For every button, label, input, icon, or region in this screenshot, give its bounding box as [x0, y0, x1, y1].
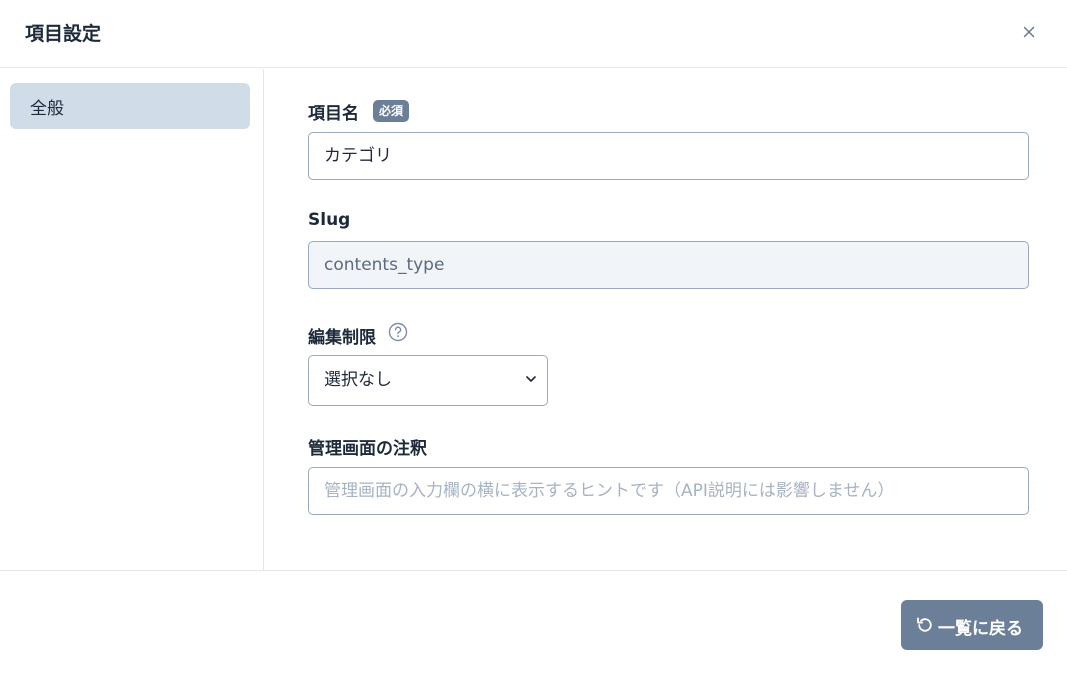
settings-sidebar: 全般 — [0, 69, 264, 570]
question-circle-icon[interactable] — [388, 322, 408, 342]
admin-note-label: 管理画面の注釈 — [308, 439, 427, 459]
back-to-list-button[interactable]: 一覧に戻る — [901, 600, 1043, 650]
edit-restriction-selected: 選択なし — [324, 370, 392, 390]
sidebar-item-label: 全般 — [30, 99, 64, 119]
field-name-label: 項目名 — [308, 104, 359, 124]
edit-restriction-select[interactable]: 選択なし — [308, 355, 548, 406]
item-settings-modal: 項目設定 全般 項目名 必須 カテゴリ Slug contents_type 編… — [0, 0, 1067, 676]
modal-header: 項目設定 — [0, 0, 1067, 68]
modal-title: 項目設定 — [25, 23, 102, 45]
required-badge: 必須 — [373, 100, 410, 122]
undo-icon — [915, 615, 935, 635]
sidebar-item-general[interactable]: 全般 — [10, 83, 250, 129]
slug-input: contents_type — [308, 241, 1029, 289]
back-button-label: 一覧に戻る — [938, 619, 1023, 639]
chevron-down-icon — [524, 371, 538, 385]
admin-note-input[interactable]: 管理画面の入力欄の横に表示するヒントです（API説明には影響しません） — [308, 467, 1029, 515]
field-name-input[interactable]: カテゴリ — [308, 132, 1029, 180]
edit-restriction-label: 編集制限 — [308, 328, 376, 348]
slug-label: Slug — [308, 210, 351, 230]
close-icon[interactable] — [1019, 22, 1039, 42]
